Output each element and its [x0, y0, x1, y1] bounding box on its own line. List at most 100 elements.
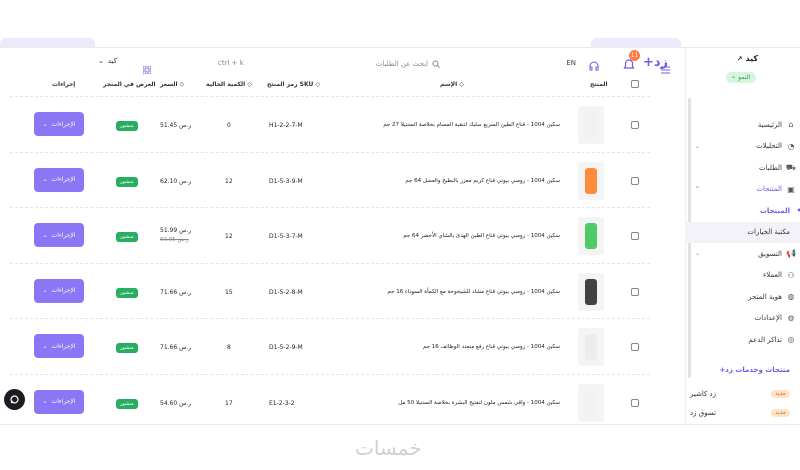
- sidebar-item-label: تذاكر الدعم: [748, 335, 782, 344]
- product-thumbnail[interactable]: [578, 328, 604, 366]
- select-all-checkbox[interactable]: [631, 80, 639, 88]
- table-row[interactable]: سكين 1004 - زومبي بيوتي قناع الطين الهدئ…: [10, 207, 650, 263]
- table-row[interactable]: سكين 1004 - زومبي بيوتي قناع رفع متعدد ا…: [10, 318, 650, 374]
- col-actions: إجراءات: [52, 81, 76, 88]
- status-badge: منشور: [116, 343, 138, 353]
- product-price: 51.45 ر.س: [160, 122, 192, 129]
- sidebar-item-4[interactable]: • المنتجات: [685, 200, 800, 222]
- service-shop[interactable]: جديد تسوق زد: [690, 406, 790, 420]
- watermark: خمسات: [355, 436, 422, 460]
- col-qty-label: الكمية الحالية: [206, 81, 246, 88]
- table-row[interactable]: سكين 1004 - قناع الطين السريع سليك لتنقي…: [10, 96, 650, 152]
- product-thumbnail[interactable]: [578, 161, 604, 200]
- sidebar-item-3[interactable]: ▣ المنتجات ^: [685, 179, 800, 201]
- row-checkbox[interactable]: [631, 287, 639, 296]
- menu-toggle-icon[interactable]: [661, 59, 670, 74]
- store-selector-label: كيد: [107, 57, 117, 65]
- row-checkbox[interactable]: [631, 232, 639, 240]
- chevron-icon: ^: [695, 185, 701, 193]
- language-switch[interactable]: EN: [566, 59, 576, 67]
- actions-button[interactable]: ⌄ الإجراءات: [34, 278, 84, 303]
- new-badge: جديد: [771, 409, 790, 417]
- product-name[interactable]: سكين 1004 - زومبي بيوتي قناع الطين الهدئ…: [403, 233, 560, 239]
- sidebar-item-1[interactable]: ◔ التحليلات ⌄: [685, 136, 800, 158]
- actions-label: الإجراءات: [51, 120, 76, 128]
- row-checkbox[interactable]: [631, 343, 639, 351]
- chat-icon: [10, 395, 19, 404]
- col-name[interactable]: الإسم ◇: [440, 81, 464, 88]
- actions-button[interactable]: ⌄ الإجراءات: [34, 389, 84, 414]
- notification-bell-icon[interactable]: 11: [622, 50, 640, 71]
- sidebar-item-9[interactable]: ⚙ الإعدادات: [685, 308, 800, 330]
- table-row[interactable]: سكين 1004 - زومبي بيوتي قناع مشاد للشيخو…: [10, 262, 650, 319]
- product-price: 71.66 ر.س: [160, 288, 192, 296]
- sidebar-item-label: المنتجات: [759, 206, 790, 215]
- search-box[interactable]: ابحث عن الطلبات: [260, 57, 440, 71]
- product-thumbnail[interactable]: [578, 106, 604, 144]
- col-sku[interactable]: رمز المنتج SKU ◇: [267, 81, 320, 88]
- actions-label: الإجراءات: [51, 287, 76, 294]
- product-thumbnail[interactable]: [578, 383, 604, 422]
- users-icon: ⚇: [787, 270, 795, 280]
- product-qty: 0: [227, 122, 231, 129]
- product-name[interactable]: سكين 1004 - قناع الطين السريع سليك لتنقي…: [383, 122, 560, 128]
- product-name[interactable]: سكين 1004 - زومبي بيوتي قناع رفع متعدد ا…: [423, 344, 560, 350]
- external-link-icon: ↗: [736, 54, 743, 63]
- service-label: تسوق زد: [690, 409, 716, 417]
- actions-button[interactable]: ⌄ الإجراءات: [34, 223, 84, 247]
- sidebar-item-7[interactable]: ⚇ العملاء: [685, 265, 800, 287]
- apps-grid-icon[interactable]: [142, 59, 152, 75]
- table-body: سكين 1004 - قناع الطين السريع سليك لتنقي…: [10, 96, 650, 425]
- product-sku: D1-5-3-7-M: [269, 233, 303, 240]
- product-sku: E1-2-3-2: [269, 399, 295, 407]
- service-cashier[interactable]: جديد زد كاشير: [690, 387, 790, 401]
- row-checkbox[interactable]: [631, 176, 639, 185]
- table-row[interactable]: سكين 1004 - زومبي بيوتي قناع كريم معزز ب…: [10, 151, 650, 208]
- product-price: 51.99 ر.س: [160, 227, 192, 234]
- actions-label: الإجراءات: [51, 398, 76, 405]
- sidebar-item-label: الإعدادات: [754, 314, 782, 323]
- store-plan-label: النمو: [738, 74, 750, 81]
- sidebar: كيد ↗ النمو ⌁ ⌂ الرئيسية ◔ التحليلات ⌄ ⛟ الطلب…: [685, 48, 800, 424]
- none: [786, 228, 796, 238]
- col-status: العرض في المتجر: [103, 81, 156, 88]
- chevron-down-icon: ⌄: [42, 231, 48, 239]
- dot-icon: •: [794, 206, 800, 216]
- row-checkbox[interactable]: [631, 398, 639, 407]
- sidebar-item-5[interactable]: مكتبة الخيارات: [685, 221, 800, 243]
- status-badge: منشور: [116, 121, 138, 131]
- search-shortcut: ctrl + k: [218, 59, 244, 67]
- service-label: زد كاشير: [690, 390, 717, 398]
- floating-help-button[interactable]: [4, 389, 25, 410]
- store-plan-badge: النمو ⌁: [725, 72, 756, 83]
- store-name[interactable]: كيد ↗: [737, 54, 758, 63]
- table-row[interactable]: سكين 1004 - واقي شمس ملون لتفتيح البشرة …: [10, 373, 650, 425]
- actions-button[interactable]: ⌄ الإجراءات: [34, 334, 84, 358]
- col-price-label: السعر: [160, 81, 178, 88]
- col-qty[interactable]: الكمية الحالية ◇: [206, 81, 252, 88]
- product-thumbnail[interactable]: [578, 217, 604, 255]
- row-checkbox[interactable]: [631, 121, 639, 129]
- col-product: المنتج: [590, 81, 608, 88]
- col-name-label: الإسم: [440, 81, 458, 88]
- sidebar-item-2[interactable]: ⛟ الطلبات: [685, 157, 800, 179]
- actions-button[interactable]: ⌄ الإجراءات: [34, 167, 84, 192]
- support-headset-icon[interactable]: [588, 57, 600, 71]
- product-name[interactable]: سكين 1004 - زومبي بيوتي قناع مشاد للشيخو…: [387, 289, 560, 295]
- actions-button[interactable]: ⌄ الإجراءات: [34, 112, 84, 136]
- sidebar-item-0[interactable]: ⌂ الرئيسية: [685, 114, 800, 136]
- product-thumbnail[interactable]: [578, 272, 604, 311]
- product-name[interactable]: سكين 1004 - واقي شمس ملون لتفتيح البشرة …: [398, 400, 560, 406]
- sidebar-item-label: العملاء: [763, 271, 782, 280]
- dashboard-app: زد+ 11 EN ابحث عن الطلبات ctrl + k ⌄ كيد: [0, 47, 800, 425]
- store-selector[interactable]: ⌄ كيد: [98, 57, 117, 65]
- col-price[interactable]: السعر ◇: [160, 81, 184, 88]
- sidebar-item-6[interactable]: 📢 التسويق ⌄: [685, 243, 800, 265]
- services-title: منتجات وخدمات زد+: [719, 366, 790, 374]
- sidebar-item-8[interactable]: ◍ هوية المتجر: [685, 286, 800, 308]
- product-name[interactable]: سكين 1004 - زومبي بيوتي قناع كريم معزز ب…: [405, 178, 560, 184]
- sidebar-item-label: هوية المتجر: [748, 292, 782, 301]
- actions-label: الإجراءات: [51, 342, 76, 350]
- notification-count: 11: [629, 50, 640, 61]
- sidebar-item-10[interactable]: ◎ تذاكر الدعم: [685, 329, 800, 351]
